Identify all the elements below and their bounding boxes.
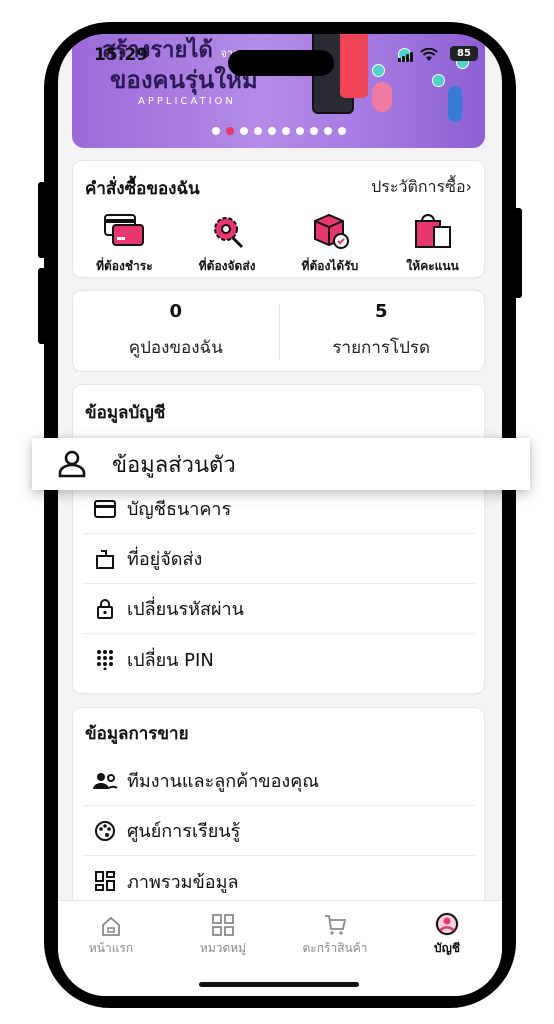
carousel-dot[interactable]: [267, 127, 276, 135]
grid-icon: [178, 911, 268, 937]
order-to-ship[interactable]: ที่ต้องจัดส่ง: [179, 211, 275, 276]
carousel-dots[interactable]: [72, 127, 485, 135]
team-icon: [83, 771, 127, 791]
account-item-change-password[interactable]: เปลี่ยนรหัสผ่าน: [83, 584, 475, 634]
account-info-card: ข้อมูลบัญชี บัญชีธนาคาร ที่อยู่จัดส่ง เป…: [72, 384, 485, 694]
dashboard-icon: [83, 870, 127, 892]
coupon-label: คูปองของฉัน: [128, 338, 223, 358]
order-to-rate[interactable]: ให้คะแนน: [385, 211, 481, 276]
my-orders-title: คำสั่งซื้อของฉัน: [85, 179, 200, 199]
my-orders-card: คำสั่งซื้อของฉัน ประวัติการซื้อ› ที่ต้อง…: [72, 160, 485, 278]
carousel-dot[interactable]: [225, 127, 234, 135]
carousel-dot[interactable]: [337, 127, 346, 135]
address-icon: [83, 548, 127, 570]
favorites[interactable]: 5 รายการโปรด: [279, 291, 485, 361]
person-illustration: [448, 86, 462, 122]
carousel-dot[interactable]: [295, 127, 304, 135]
account-item-address[interactable]: ที่อยู่จัดส่ง: [83, 534, 475, 584]
divider: [279, 305, 280, 359]
palette-icon: [83, 820, 127, 842]
chevron-right-icon: ›: [465, 177, 472, 196]
favorites-label: รายการโปรด: [332, 338, 431, 358]
carousel-dot[interactable]: [281, 127, 290, 135]
status-bar: 15:29 85: [58, 34, 502, 76]
carousel-dot[interactable]: [323, 127, 332, 135]
cart-icon: [290, 911, 380, 937]
carousel-dot[interactable]: [253, 127, 262, 135]
carousel-dot[interactable]: [239, 127, 248, 135]
home-indicator: [199, 982, 359, 987]
coin-icon: [432, 74, 445, 87]
credit-card-icon: [83, 499, 127, 519]
carousel-dot[interactable]: [211, 127, 220, 135]
sales-item-learning[interactable]: ศูนย์การเรียนรู้: [83, 806, 475, 856]
carousel-dot[interactable]: [309, 127, 318, 135]
account-icon: [402, 911, 492, 937]
person-illustration: [372, 82, 392, 112]
keypad-icon: [83, 648, 127, 670]
account-info-title: ข้อมูลบัญชี: [85, 403, 166, 423]
dynamic-island: [228, 50, 334, 76]
personal-info-item[interactable]: ข้อมูลส่วนตัว: [32, 438, 530, 490]
account-item-bank[interactable]: บัญชีธนาคาร: [83, 484, 475, 534]
tab-cart[interactable]: ตะกร้าสินค้า: [290, 911, 380, 958]
battery-indicator: 85: [450, 46, 478, 61]
tab-categories[interactable]: หมวดหมู่: [178, 911, 268, 958]
favorites-count: 5: [374, 301, 388, 322]
signal-icon: [398, 52, 414, 62]
status-time: 15:29: [94, 45, 149, 65]
personal-info-label: ข้อมูลส่วนตัว: [112, 452, 236, 478]
coupon-count: 0: [169, 301, 183, 322]
sales-item-team[interactable]: ทีมงานและลูกค้าของคุณ: [83, 756, 475, 806]
gear-ship-icon: [204, 211, 250, 251]
person-icon: [32, 448, 112, 480]
box-receive-icon: [307, 211, 353, 251]
my-coupons[interactable]: 0 คูปองของฉัน: [73, 291, 279, 361]
stats-card: 0 คูปองของฉัน 5 รายการโปรด: [72, 290, 485, 372]
sales-info-title: ข้อมูลการขาย: [85, 724, 189, 744]
card-pay-icon: [101, 211, 147, 251]
banner-tagline: APPLICATION: [138, 96, 236, 107]
order-to-pay[interactable]: ที่ต้องชำระ: [76, 211, 172, 276]
sales-item-overview[interactable]: ภาพรวมข้อมูล: [83, 856, 475, 906]
page: สร้างรายได้ จาก แอพ ของคนรุ่นใหม่ APPLIC…: [0, 0, 554, 1024]
tab-home[interactable]: หน้าแรก: [66, 911, 156, 958]
bag-rate-icon: [410, 211, 456, 251]
home-icon: [66, 911, 156, 937]
purchase-history-link[interactable]: ประวัติการซื้อ›: [371, 175, 472, 200]
order-to-receive[interactable]: ที่ต้องได้รับ: [282, 211, 378, 276]
tab-account[interactable]: บัญชี: [402, 911, 492, 958]
screen: สร้างรายได้ จาก แอพ ของคนรุ่นใหม่ APPLIC…: [58, 34, 502, 996]
account-item-change-pin[interactable]: เปลี่ยน PIN: [83, 634, 475, 684]
lock-icon: [83, 598, 127, 620]
wifi-icon: [420, 47, 438, 66]
